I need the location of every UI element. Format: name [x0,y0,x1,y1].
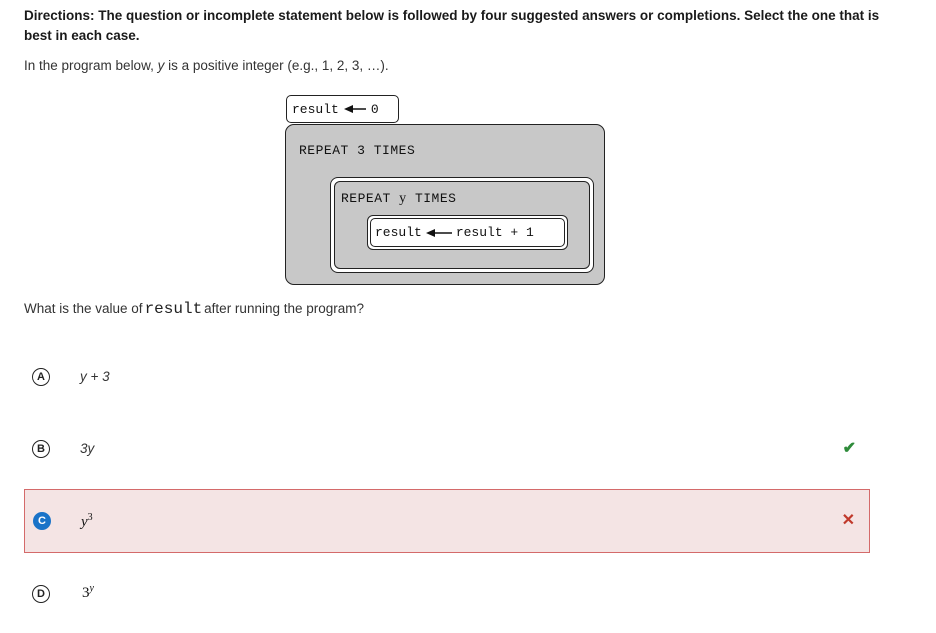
assign-result-increment: result result + 1 [370,218,565,247]
intro-prefix: In the program below, [24,58,158,73]
option-sup: y [89,583,94,594]
cross-icon: ✕ [841,512,855,529]
repeat-count: 3 [357,143,366,158]
option-b[interactable]: B 3y ✔ [24,417,870,481]
option-c[interactable]: C y3 ✕ [24,489,870,553]
intro-text: In the program below, y is a positive in… [24,58,389,73]
directions-text: Directions: The question or incomplete s… [24,8,880,43]
option-a[interactable]: A y + 3 [24,345,870,409]
option-sup: 3 [87,512,93,523]
repeat-inner-block: REPEAT y TIMES result result + 1 [334,181,590,269]
option-text: y + 3 [80,369,110,384]
question-prefix: What is the value of [24,301,143,316]
assign-target: result [375,225,422,240]
assign-expr: result + 1 [455,225,534,240]
repeat-inner-frame: REPEAT y TIMES result result + 1 [330,177,594,273]
repeat-outer-label: REPEAT 3 TIMES [299,143,415,158]
assign-inner-frame: result result + 1 [367,215,568,250]
repeat-count: y [399,191,407,206]
option-letter-badge: A [32,368,50,386]
left-arrow-icon [343,105,366,113]
option-base: y + 3 [80,369,110,384]
assign-result-zero: result 0 [286,95,399,123]
question-text: What is the value of result after runnin… [24,300,364,318]
option-base: y [81,514,88,530]
check-icon: ✔ [842,440,856,457]
option-base: 3 [82,585,90,601]
option-text: 3y [82,583,94,602]
option-letter-badge: D [32,585,50,603]
repeat-times: TIMES [373,143,416,158]
intro-suffix: is a positive integer (e.g., 1, 2, 3, …)… [164,58,389,73]
repeat-inner-label: REPEAT y TIMES [341,191,456,207]
repeat-keyword: REPEAT [341,191,391,206]
option-text: y3 [81,512,93,531]
option-base: 3y [80,441,95,456]
option-d[interactable]: D 3y [24,561,870,625]
repeat-keyword: REPEAT [299,143,349,158]
option-letter-badge: C [33,512,51,530]
repeat-times: TIMES [414,191,457,206]
option-text: 3y [80,441,94,456]
repeat-outer-block: REPEAT 3 TIMES REPEAT y TIMES result res… [285,124,605,285]
question-code: result [144,300,203,318]
assign-value: 0 [370,101,379,117]
option-letter-badge: B [32,440,50,458]
assign-target: result [292,101,339,117]
question-suffix: after running the program? [204,301,365,316]
left-arrow-icon [425,228,452,237]
